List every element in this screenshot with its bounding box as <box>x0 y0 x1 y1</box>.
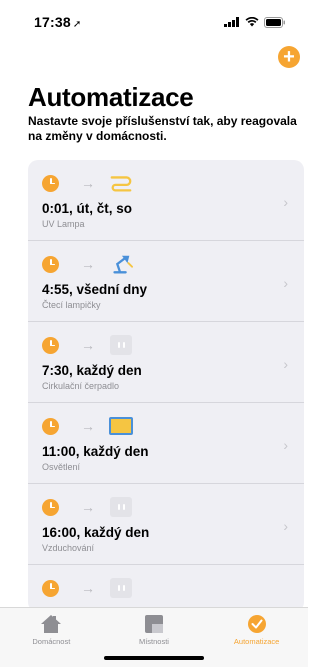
chevron-right-icon: › <box>283 437 288 453</box>
location-arrow-icon: ➚ <box>72 19 82 30</box>
lamp-strip-icon <box>109 172 133 194</box>
arrow-right-icon: → <box>81 337 95 353</box>
signal-icon <box>224 17 239 27</box>
outlet-icon <box>109 496 133 518</box>
rooms-icon <box>144 615 163 633</box>
automation-time: 11:00, každý den <box>42 444 149 459</box>
clock-icon <box>42 174 59 192</box>
tab-label: Automatizace <box>233 637 280 646</box>
arrow-right-icon: → <box>81 580 95 596</box>
automation-time: 0:01, út, čt, so <box>42 201 133 216</box>
chevron-right-icon: › <box>283 275 288 291</box>
outlet-icon <box>109 577 133 599</box>
light-panel-icon <box>109 415 133 437</box>
chevron-right-icon: › <box>283 518 288 534</box>
desk-lamp-icon <box>109 253 133 275</box>
wifi-icon <box>245 17 259 27</box>
status-icons <box>224 16 286 28</box>
automation-row[interactable]: → 0:01, út, čt, so UV Lampa › <box>28 160 304 241</box>
clock-icon <box>42 417 59 435</box>
arrow-right-icon: → <box>81 256 95 272</box>
automation-row[interactable]: → <box>28 565 304 612</box>
automation-time: 16:00, každý den <box>42 525 150 540</box>
row-icons: → <box>42 496 304 518</box>
automation-accessory: Vzduchování <box>42 543 95 553</box>
page-subtitle: Nastavte svoje příslušenství tak, aby re… <box>28 114 297 143</box>
automation-accessory: Cirkulační čerpadlo <box>42 381 120 391</box>
tab-label: Domácnost <box>32 637 71 646</box>
automation-row[interactable]: → 11:00, každý den Osvětlení › <box>28 403 304 484</box>
chevron-right-icon: › <box>283 194 288 210</box>
battery-icon <box>264 16 285 28</box>
automation-accessory: UV Lampa <box>42 219 85 229</box>
clock-icon <box>42 579 59 597</box>
automation-row[interactable]: → 4:55, všední dny Čtecí lampičky › <box>28 241 304 322</box>
status-time: 17:38 ➚ <box>34 14 81 30</box>
tab-automation[interactable]: Automatizace <box>212 614 302 667</box>
automation-accessory: Čtecí lampičky <box>42 300 101 310</box>
automation-row[interactable]: → 16:00, každý den Vzduchování › <box>28 484 304 565</box>
home-indicator[interactable] <box>104 656 204 660</box>
page-title: Automatizace <box>28 82 194 112</box>
tab-label: Místnosti <box>138 637 169 646</box>
automation-time: 4:55, všední dny <box>42 282 148 297</box>
row-icons: → <box>42 172 304 194</box>
plus-icon: + <box>283 46 295 68</box>
arrow-right-icon: → <box>81 418 95 434</box>
automation-clock-icon <box>247 615 266 633</box>
automation-time: 7:30, každý den <box>42 363 142 378</box>
arrow-right-icon: → <box>81 499 95 515</box>
outlet-icon <box>109 334 133 356</box>
clock-icon <box>42 255 59 273</box>
chevron-right-icon: › <box>283 356 288 372</box>
time-label: 17:38 <box>34 14 71 30</box>
row-icons: → <box>42 415 304 437</box>
add-automation-button[interactable]: + <box>278 46 300 68</box>
row-icons: → <box>42 334 304 356</box>
clock-icon <box>42 336 59 354</box>
row-icons: → <box>42 253 304 275</box>
row-icons: → <box>42 577 304 599</box>
house-icon <box>41 615 62 633</box>
clock-icon <box>42 498 59 516</box>
tab-home[interactable]: Domácnost <box>6 614 96 667</box>
status-bar: 17:38 ➚ <box>0 0 308 44</box>
automation-row[interactable]: → 7:30, každý den Cirkulační čerpadlo › <box>28 322 304 403</box>
arrow-right-icon: → <box>81 175 95 191</box>
automation-list: → 0:01, út, čt, so UV Lampa › → 4:55, vš… <box>28 160 304 612</box>
automation-accessory: Osvětlení <box>42 462 81 472</box>
